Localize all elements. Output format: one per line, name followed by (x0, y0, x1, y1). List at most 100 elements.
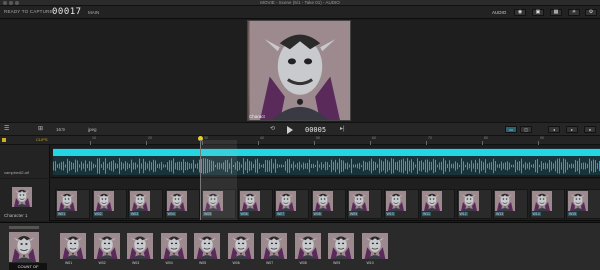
library-main-thumbnail[interactable] (9, 232, 39, 262)
library-thumbnail[interactable] (194, 233, 220, 259)
clip-label: W02 (93, 212, 103, 216)
onion-skin-button[interactable]: ◫ (520, 126, 532, 133)
capture-status-label: READY TO CAPTURE: (4, 9, 55, 14)
frame-caption: Charact (249, 114, 265, 119)
audio-track-header[interactable]: vampiredl2.aif (0, 145, 50, 178)
control-bar: ☰ ⊞ 16:9 jpeg ⟲ 00005 ▸| ▭ ◫ ◂ ▸ ● (0, 122, 600, 136)
image-format-label[interactable]: jpeg (88, 127, 97, 132)
timeline-view-button[interactable]: ▭ (505, 126, 517, 133)
library-thumb-label: W09 (333, 261, 341, 265)
clip-label: W11 (422, 212, 431, 216)
clip-thumbnail (386, 191, 406, 211)
library-thumbnail[interactable] (127, 233, 153, 259)
clip-thumbnail (240, 191, 260, 211)
view-menu-icon[interactable]: ☰ (4, 126, 9, 133)
clip-label: W10 (385, 212, 395, 216)
mouth-library: COUNT OF W01 W02 W03 W04 W05 W06 W07 W08 W09 W10 (0, 222, 600, 270)
clip-label: W09 (349, 212, 359, 216)
clip-thumbnail (532, 191, 552, 211)
library-thumb-label: W02 (98, 261, 106, 265)
library-main-label: COUNT OF (9, 263, 47, 270)
ruler-tick-label: 50 (316, 136, 320, 140)
clip-label: W15 (568, 212, 578, 216)
character-name: Character 1 (4, 213, 28, 218)
clip-label: W13 (495, 212, 505, 216)
library-thumbnail[interactable] (60, 233, 86, 259)
selection-range[interactable] (200, 140, 237, 220)
capture-button[interactable]: ● (584, 126, 596, 133)
clip-thumbnail (495, 191, 515, 211)
loop-icon[interactable]: ⟲ (270, 126, 275, 133)
in-marker-icon[interactable] (2, 138, 6, 142)
audio-file-name: vampiredl2.aif (4, 170, 29, 175)
audio-settings-icon[interactable]: ◉ (514, 9, 526, 16)
audio-track: vampiredl2.aif (0, 145, 600, 178)
zoom-icon[interactable]: ⊞ (38, 126, 43, 133)
clip-thumbnail (94, 191, 114, 211)
lights-icon[interactable]: ☀ (568, 9, 580, 16)
ruler-start-label: CLIPS (36, 137, 48, 142)
ruler-tick-label: 20 (148, 136, 152, 140)
ruler-tick-label: 70 (428, 136, 432, 140)
clip-thumbnail (57, 191, 77, 211)
clip-label: W03 (130, 212, 140, 216)
ruler-tick-label: 90 (540, 136, 544, 140)
prev-frame-button[interactable]: ◂ (548, 126, 560, 133)
character-track-header[interactable]: Character 1 (0, 179, 50, 221)
clip-label: W01 (57, 212, 67, 216)
audio-waveform (53, 158, 600, 174)
settings-icon[interactable]: ⚙ (585, 9, 597, 16)
library-thumbnail[interactable] (161, 233, 187, 259)
clip-thumbnail (568, 191, 588, 211)
library-thumbnail[interactable] (328, 233, 354, 259)
clip-label: W14 (531, 212, 541, 216)
ruler-tick-label: 60 (372, 136, 376, 140)
library-thumb-label: W01 (65, 261, 73, 265)
character-track: Character 1 W01 W02 W03 W04 W05 W06 W07 W08 W09 W… (0, 179, 600, 221)
library-thumbnail[interactable] (94, 233, 120, 259)
frame-counter[interactable]: 00005 (305, 126, 326, 134)
clip-thumbnail (276, 191, 296, 211)
clip-label: W08 (312, 212, 322, 216)
play-button[interactable] (287, 126, 293, 134)
library-thumb-label: W08 (299, 261, 307, 265)
library-thumb-label: W07 (266, 261, 274, 265)
capture-bar: READY TO CAPTURE: 00017 MAIN AUDIO ◉ ▣ ▦… (0, 6, 600, 19)
audio-toggle-label[interactable]: AUDIO (492, 10, 506, 15)
library-thumb-label: W10 (366, 261, 374, 265)
library-thumb-label: W03 (132, 261, 140, 265)
library-thumbnail[interactable] (295, 233, 321, 259)
next-frame-button[interactable]: ▸ (566, 126, 578, 133)
clip-thumbnail (313, 191, 333, 211)
grid-icon[interactable]: ▦ (550, 9, 562, 16)
step-forward-icon[interactable]: ▸| (340, 126, 345, 133)
ruler-tick-label: 80 (484, 136, 488, 140)
timeline-ruler[interactable]: CLIPS 10 20 30 40 50 60 70 80 90 (0, 136, 600, 145)
clip-thumbnail (459, 191, 479, 211)
library-thumb-label: W04 (165, 261, 173, 265)
library-thumb-label: W05 (199, 261, 207, 265)
audio-clip-bar[interactable] (53, 149, 600, 156)
clip-thumbnail (130, 191, 150, 211)
clip-thumbnail (422, 191, 442, 211)
clip-label: W06 (239, 212, 249, 216)
capture-frame-count: 00017 (52, 7, 82, 17)
clip-label: W12 (458, 212, 468, 216)
library-scroll-handle[interactable] (9, 226, 39, 229)
library-thumbnail[interactable] (362, 233, 388, 259)
clip-thumbnail (167, 191, 187, 211)
clip-label: W07 (276, 212, 286, 216)
library-thumb-label: W06 (232, 261, 240, 265)
clip-thumbnail (349, 191, 369, 211)
live-view-frame: Charact (247, 20, 351, 121)
aspect-ratio-label[interactable]: 16:9 (56, 127, 65, 132)
camera-icon[interactable]: ▣ (532, 9, 544, 16)
ruler-tick-label: 40 (260, 136, 264, 140)
scene-name[interactable]: MAIN (88, 10, 99, 15)
character-image (248, 21, 351, 121)
character-thumbnail (12, 187, 32, 207)
library-thumbnail[interactable] (228, 233, 254, 259)
ruler-tick-label: 10 (92, 136, 96, 140)
library-thumbnail[interactable] (261, 233, 287, 259)
clip-label: W04 (166, 212, 176, 216)
